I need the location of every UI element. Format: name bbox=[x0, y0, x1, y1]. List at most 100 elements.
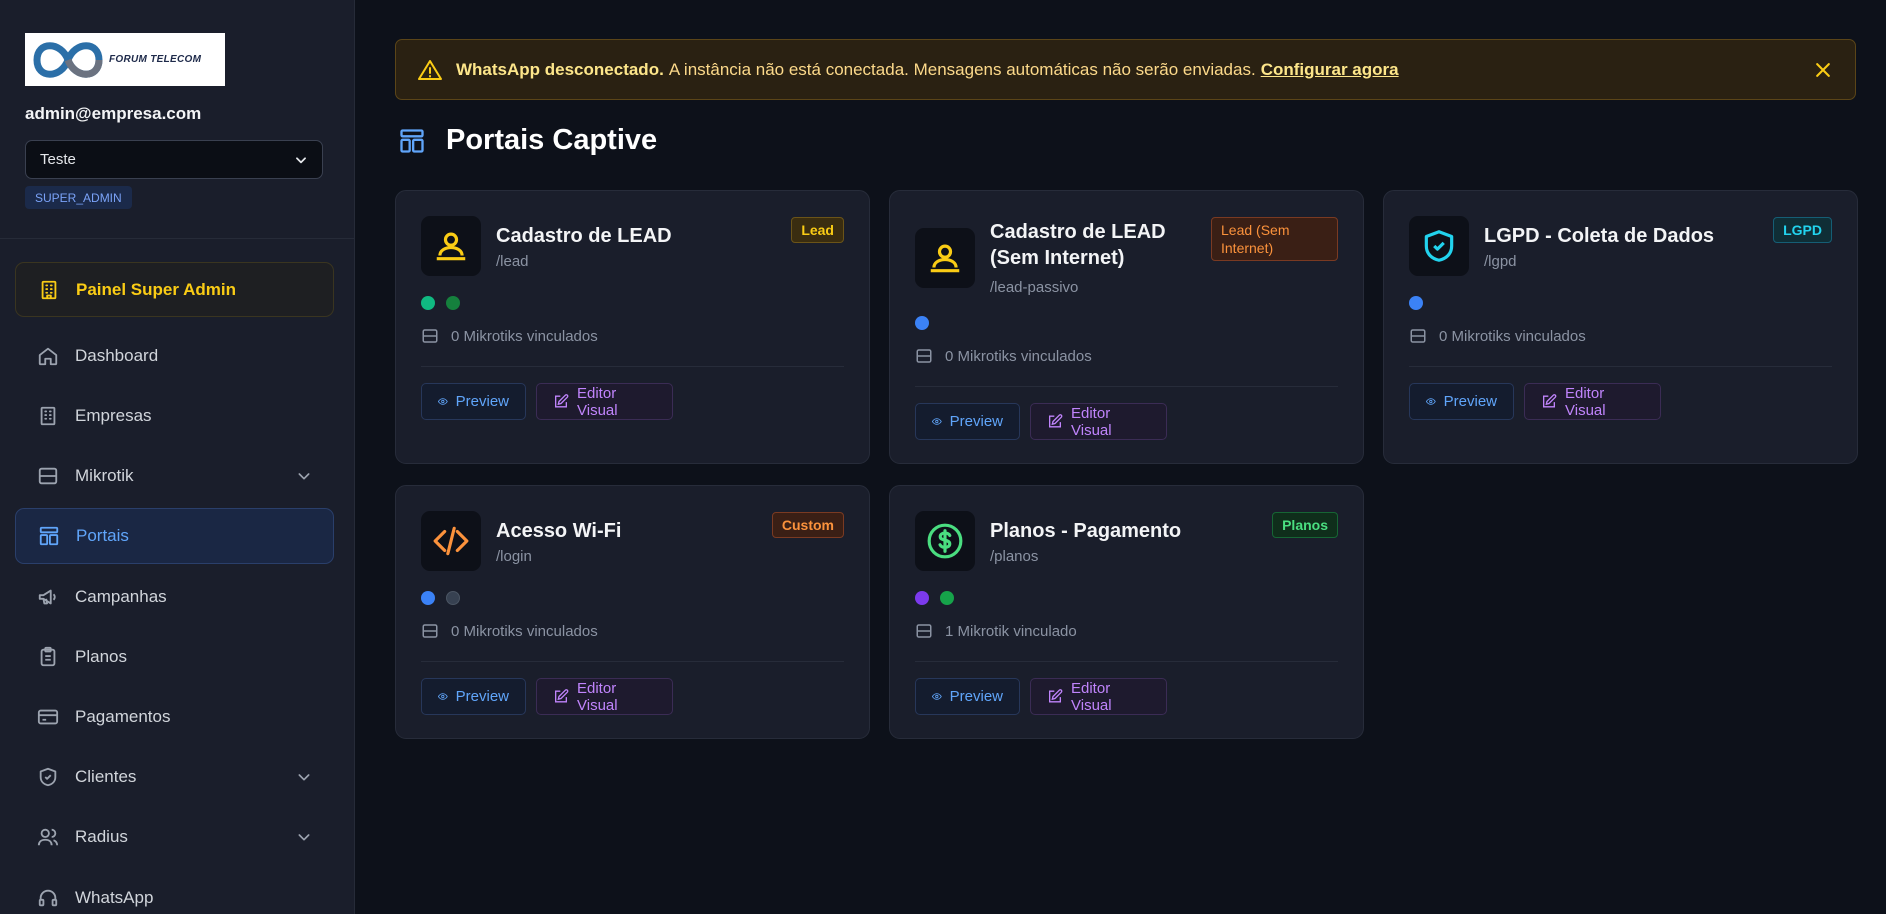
visual-editor-button-label: Editor Visual bbox=[577, 384, 618, 419]
card-divider bbox=[421, 661, 844, 662]
sidebar-item-campanhas[interactable]: Campanhas bbox=[15, 569, 334, 625]
building-icon bbox=[38, 279, 60, 301]
mikrotik-count: 0 Mikrotiks vinculados bbox=[1409, 327, 1586, 345]
chevron-down-icon[interactable] bbox=[296, 468, 312, 484]
user-email: admin@empresa.com bbox=[25, 104, 202, 123]
sidebar-item-label: Mikrotik bbox=[75, 466, 134, 485]
status-dots bbox=[915, 316, 940, 330]
status-dots bbox=[1409, 296, 1434, 310]
mikrotik-count: 0 Mikrotiks vinculados bbox=[421, 622, 598, 640]
portal-card: Cadastro de LEAD /lead Lead 0 Mikrotiks … bbox=[395, 190, 870, 464]
preview-button[interactable]: Preview bbox=[915, 678, 1020, 715]
visual-editor-button-label: Editor Visual bbox=[1565, 384, 1606, 419]
sidebar-item-mikrotik[interactable]: Mikrotik bbox=[15, 448, 334, 504]
visual-editor-button[interactable]: Editor Visual bbox=[536, 383, 673, 420]
preview-button[interactable]: Preview bbox=[421, 678, 526, 715]
configure-now-link[interactable]: Configurar agora bbox=[1261, 60, 1399, 80]
chevron-down-icon[interactable] bbox=[296, 829, 312, 845]
sidebar-item-planos[interactable]: Planos bbox=[15, 629, 334, 685]
sidebar-item-label: Pagamentos bbox=[75, 707, 171, 726]
close-icon[interactable] bbox=[1813, 60, 1833, 80]
credit-card-icon bbox=[37, 706, 59, 728]
eye-icon bbox=[932, 418, 942, 425]
status-dots bbox=[915, 591, 965, 605]
alert-title: WhatsApp desconectado. bbox=[456, 59, 664, 79]
users-icon bbox=[421, 216, 481, 276]
mikrotik-count-text: 0 Mikrotiks vinculados bbox=[451, 327, 598, 345]
portal-card: LGPD - Coleta de Dados /lgpd LGPD 0 Mikr… bbox=[1383, 190, 1858, 464]
sidebar-item-portais[interactable]: Portais bbox=[15, 508, 334, 564]
status-dot bbox=[915, 591, 929, 605]
status-dots bbox=[421, 296, 471, 310]
portal-card: Cadastro de LEAD (Sem Internet) /lead-pa… bbox=[889, 190, 1364, 464]
server-icon bbox=[37, 465, 59, 487]
status-dot bbox=[446, 296, 460, 310]
super-admin-label: Painel Super Admin bbox=[76, 279, 236, 299]
portal-type-badge: LGPD bbox=[1773, 217, 1832, 243]
role-badge: SUPER_ADMIN bbox=[25, 186, 132, 209]
portal-type-badge: Custom bbox=[771, 512, 844, 538]
page-title: Portais Captive bbox=[446, 124, 658, 156]
sidebar-item-dashboard[interactable]: Dashboard bbox=[15, 328, 334, 384]
preview-button[interactable]: Preview bbox=[915, 403, 1020, 440]
portal-card: Acesso Wi-Fi /login Custom 0 Mikrotiks v… bbox=[395, 485, 870, 739]
status-dots bbox=[421, 591, 471, 605]
portal-type-badge: Planos bbox=[1272, 512, 1338, 538]
visual-editor-button[interactable]: Editor Visual bbox=[536, 678, 673, 715]
mikrotik-count-text: 0 Mikrotiks vinculados bbox=[451, 622, 598, 640]
sidebar-item-label: Radius bbox=[75, 827, 128, 846]
portal-title: Acesso Wi-Fi bbox=[496, 520, 622, 542]
layout-icon bbox=[400, 128, 424, 153]
dollar-icon bbox=[915, 511, 975, 571]
sidebar-item-label: WhatsApp bbox=[75, 888, 154, 907]
sidebar-item-whatsapp[interactable]: WhatsApp bbox=[15, 870, 334, 914]
mikrotik-count-text: 1 Mikrotik vinculado bbox=[945, 622, 1077, 640]
building-icon bbox=[37, 405, 59, 427]
portal-path: /login bbox=[496, 548, 532, 565]
mikrotik-count: 0 Mikrotiks vinculados bbox=[915, 347, 1092, 365]
server-icon bbox=[422, 329, 438, 343]
sidebar-item-empresas[interactable]: Empresas bbox=[15, 388, 334, 444]
sidebar-item-label: Portais bbox=[76, 526, 129, 545]
preview-button[interactable]: Preview bbox=[1409, 383, 1514, 420]
mikrotik-count-text: 0 Mikrotiks vinculados bbox=[1439, 327, 1586, 345]
sidebar-item-label: Clientes bbox=[75, 767, 137, 786]
infinity-logo-icon bbox=[33, 41, 103, 78]
sidebar-item-pagamentos[interactable]: Pagamentos bbox=[15, 689, 334, 745]
company-logo[interactable]: FORUM TELECOM bbox=[25, 33, 225, 86]
portal-title: Cadastro de LEAD bbox=[496, 225, 672, 247]
sidebar-item-radius[interactable]: Radius bbox=[15, 809, 334, 865]
sidebar-item-clientes[interactable]: Clientes bbox=[15, 749, 334, 805]
chevron-down-icon[interactable] bbox=[296, 769, 312, 785]
preview-button-label: Preview bbox=[1443, 393, 1497, 410]
visual-editor-button[interactable]: Editor Visual bbox=[1030, 678, 1167, 715]
portal-card: Planos - Pagamento /planos Planos 1 Mikr… bbox=[889, 485, 1364, 739]
server-icon bbox=[1410, 329, 1426, 343]
whatsapp-alert: WhatsApp desconectado. A instância não e… bbox=[395, 39, 1856, 100]
tenant-select[interactable]: Teste bbox=[25, 140, 323, 179]
visual-editor-button[interactable]: Editor Visual bbox=[1030, 403, 1167, 440]
eye-icon bbox=[438, 398, 448, 405]
super-admin-panel-button[interactable]: Painel Super Admin bbox=[15, 262, 334, 317]
tenant-select-value: Teste bbox=[40, 151, 76, 168]
portal-title: LGPD - Coleta de Dados bbox=[1484, 225, 1715, 247]
card-divider bbox=[915, 661, 1338, 662]
mikrotik-count: 1 Mikrotik vinculado bbox=[915, 622, 1077, 640]
edit-icon bbox=[555, 689, 569, 703]
visual-editor-button[interactable]: Editor Visual bbox=[1524, 383, 1661, 420]
preview-button-label: Preview bbox=[949, 413, 1003, 430]
eye-icon bbox=[932, 693, 942, 700]
preview-button[interactable]: Preview bbox=[421, 383, 526, 420]
server-icon bbox=[916, 624, 932, 638]
portal-title: Planos - Pagamento bbox=[990, 520, 1182, 542]
status-dot bbox=[915, 316, 929, 330]
server-icon bbox=[916, 349, 932, 363]
chevron-down-icon bbox=[296, 156, 306, 163]
sidebar-item-label: Planos bbox=[75, 647, 127, 666]
visual-editor-button-label: Editor Visual bbox=[1071, 679, 1112, 714]
sidebar-item-label: Campanhas bbox=[75, 587, 167, 606]
page-header: Portais Captive bbox=[398, 124, 657, 157]
sidebar-item-label: Dashboard bbox=[75, 346, 159, 365]
headset-icon bbox=[37, 887, 59, 909]
portal-path: /lgpd bbox=[1484, 253, 1517, 270]
